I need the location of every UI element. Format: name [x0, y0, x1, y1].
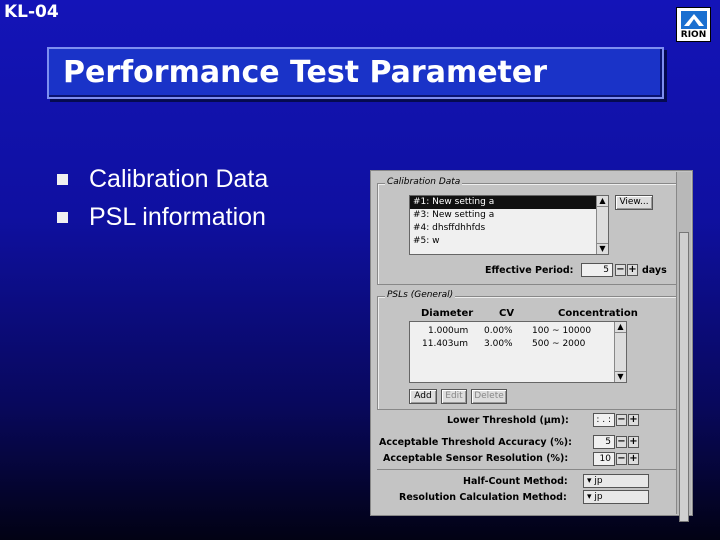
list-scrollbar[interactable]: ▲ ▼ [596, 196, 608, 254]
scroll-up-arrow-icon[interactable]: ▲ [615, 322, 626, 333]
panel-scrollbar[interactable] [676, 172, 691, 522]
list-item[interactable]: #1: New setting a [410, 196, 608, 209]
lower-threshold-plus-button[interactable]: + [628, 414, 639, 426]
title-banner: Performance Test Parameter [47, 47, 664, 99]
calibration-group-title: Calibration Data [385, 177, 463, 187]
panel-scroll-thumb[interactable] [679, 232, 689, 522]
half-count-select[interactable]: ▾ jp [583, 474, 649, 488]
list-item[interactable]: #5: w [410, 235, 608, 248]
scroll-up-arrow-icon[interactable]: ▲ [597, 196, 608, 207]
res-calc-label: Resolution Calculation Method: [399, 492, 567, 503]
slide-id: KL-04 [4, 2, 59, 22]
resolution-label: Acceptable Sensor Resolution (%): [383, 453, 569, 464]
accuracy-plus-button[interactable]: + [628, 436, 639, 448]
psl-concentration: 100 ~ 10000 [532, 326, 592, 336]
psl-add-button[interactable]: Add [409, 389, 437, 404]
effective-period-field[interactable]: 5 [581, 263, 613, 277]
accuracy-field[interactable]: 5 [593, 435, 615, 449]
psl-col-cv: CV [499, 308, 515, 319]
view-button[interactable]: View... [615, 195, 653, 210]
scroll-down-arrow-icon[interactable]: ▼ [597, 243, 608, 254]
bullet-text: PSL information [89, 203, 266, 231]
bullet-item: Calibration Data [55, 160, 268, 198]
accuracy-minus-button[interactable]: − [616, 436, 627, 448]
psl-group-title: PSLs (General) [385, 290, 456, 300]
lower-threshold-label: Lower Threshold (μm): [447, 415, 569, 426]
effective-period-plus-button[interactable]: + [627, 264, 638, 276]
resolution-plus-button[interactable]: + [628, 453, 639, 465]
effective-period-minus-button[interactable]: − [615, 264, 626, 276]
psl-col-diameter: Diameter [421, 308, 474, 319]
rion-logo: RION [676, 7, 711, 42]
psl-diameter: 11.403um [422, 339, 468, 349]
scroll-down-arrow-icon[interactable]: ▼ [615, 371, 626, 382]
slide-title: Performance Test Parameter [63, 55, 548, 90]
psl-list[interactable]: 1.000um 0.00% 100 ~ 10000 11.403um 3.00%… [409, 321, 627, 383]
app-screenshot-panel: Calibration Data #1: New setting a #3: N… [370, 170, 693, 516]
lower-threshold-minus-button[interactable]: − [616, 414, 627, 426]
psl-col-concentration: Concentration [558, 308, 638, 319]
bullet-text: Calibration Data [89, 165, 269, 193]
resolution-minus-button[interactable]: − [616, 453, 627, 465]
psl-diameter: 1.000um [428, 326, 469, 336]
bullet-list: Calibration Data PSL information [55, 160, 268, 236]
bullet-item: PSL information [55, 198, 268, 236]
res-calc-select[interactable]: ▾ jp [583, 490, 649, 504]
res-calc-value: jp [594, 492, 603, 502]
resolution-field[interactable]: 10 [593, 452, 615, 466]
psl-edit-button[interactable]: Edit [441, 389, 467, 404]
psl-list-scrollbar[interactable]: ▲ ▼ [614, 322, 626, 382]
effective-period-unit: days [642, 265, 667, 276]
list-item[interactable]: #3: New setting a [410, 209, 608, 222]
accuracy-label: Acceptable Threshold Accuracy (%): [379, 437, 572, 448]
list-item[interactable]: #4: dhsffdhhfds [410, 222, 608, 235]
psl-cv: 3.00% [484, 339, 513, 349]
bullet-square-icon [57, 174, 68, 185]
effective-period-label: Effective Period: [485, 265, 574, 276]
psl-cv: 0.00% [484, 326, 513, 336]
psl-concentration: 500 ~ 2000 [532, 339, 586, 349]
logo-text: RION [680, 30, 707, 40]
half-count-value: jp [594, 476, 603, 486]
rion-logo-icon [681, 11, 707, 29]
half-count-label: Half-Count Method: [463, 476, 568, 487]
bullet-square-icon [57, 212, 68, 223]
psl-delete-button[interactable]: Delete [471, 389, 507, 404]
lower-threshold-field[interactable]: : . : [593, 413, 615, 427]
calibration-list[interactable]: #1: New setting a #3: New setting a #4: … [409, 195, 609, 255]
